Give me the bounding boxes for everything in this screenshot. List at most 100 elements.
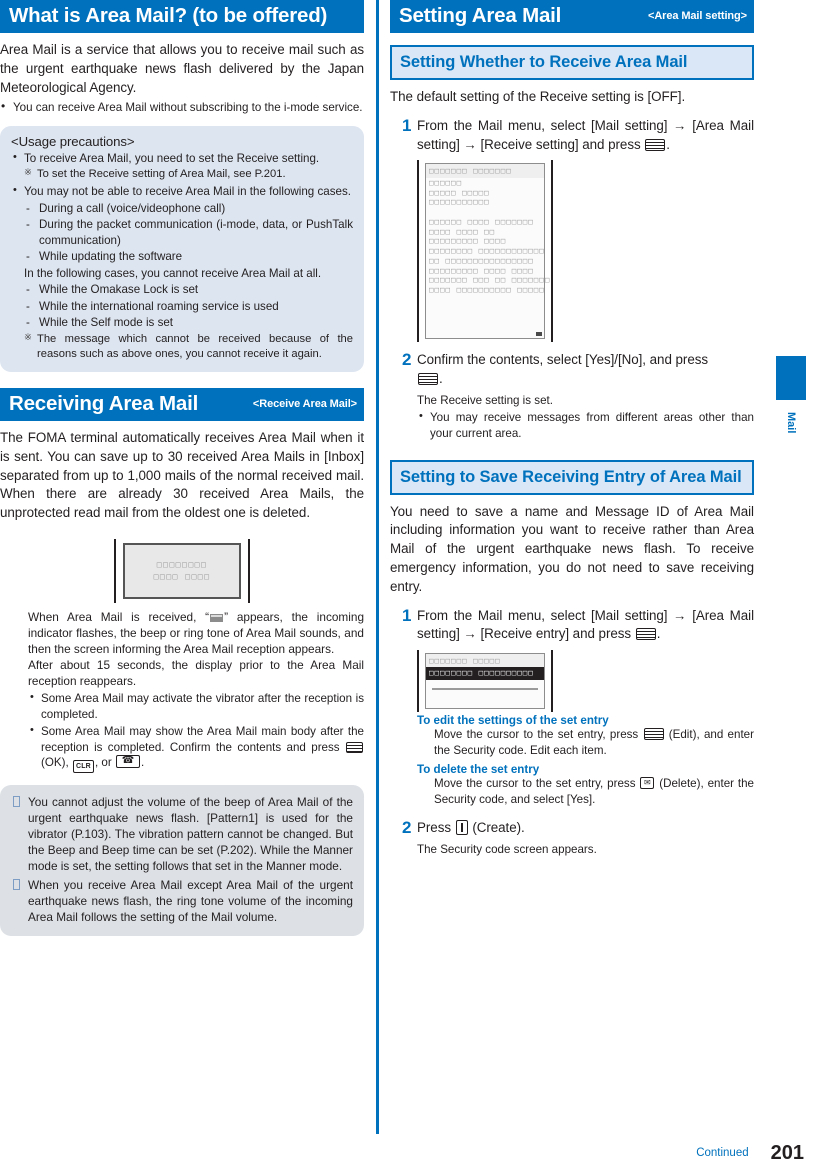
section-title: Receiving Area Mail [9,392,199,416]
subsection-header-save-receiving-entry: Setting to Save Receiving Entry of Area … [390,459,754,495]
section-subtitle: <Receive Area Mail> [252,398,357,411]
scroll-indicator-icon [536,332,542,337]
step-number: 2 [402,350,412,370]
section-title: Setting Area Mail [399,4,562,28]
phone-screen-mockup-receive-entry: □□□□□□□ □□□□□ □□□□□□□□ □□□□□□□□□□ [417,650,553,713]
receiving-intro-paragraph: The FOMA terminal automatically receives… [0,430,364,521]
manual-page: What is Area Mail? (to be offered) Area … [0,0,814,1164]
list-item: You may not be able to receive Area Mail… [11,183,353,200]
section-header-what-is-area-mail: What is Area Mail? (to be offered) [0,0,364,33]
delete-entry-body: Move the cursor to the set entry, press … [434,776,754,807]
center-key-icon [345,741,363,753]
edit-entry-body: Move the cursor to the set entry, press … [434,727,754,758]
list-item: While updating the software [24,249,353,265]
screen-text-line: □□□□□ □□□□□ [429,187,490,197]
step-text-end: (Create). [472,820,525,836]
mail-key-icon [640,776,655,790]
clr-key-icon: CLR [72,760,94,774]
screen-title-bar: □□□□□□□ □□□□□□□ [426,164,544,178]
screen-title-bar: □□□□□□□ □□□□□ [426,654,544,668]
list-item: While the Self mode is set [24,315,353,331]
screen2-wrapper: □□□□□□□ □□□□□ □□□□□□□□ □□□□□□□□□□ [417,650,754,713]
step-text-main: Press [417,820,451,836]
notes-list: You cannot adjust the volume of the beep… [11,794,353,925]
screen-figure: □□□□□□□ □□□□□ □□□□□□□□ □□□□□□□□□□ [417,650,553,713]
bullet-text-or: , or [94,756,112,770]
side-tab-marker [776,356,806,400]
step-number: 2 [402,818,412,838]
notes-panel: You cannot adjust the volume of the beep… [0,785,364,937]
phone-screen-mockup-receive-setting: □□□□□□□ □□□□□□□ □□□□□□ □□□□□ □□□□□ □□□□□… [417,160,553,343]
precautions-list: To receive Area Mail, you need to set th… [11,150,353,167]
receiving-bullet-list: Some Area Mail may activate the vibrator… [28,690,364,774]
bullet-text-end: . [140,756,145,770]
end-call-key-icon [115,754,140,769]
screen-text-line: □□□□□□ [429,177,463,187]
intro-bullet-list: You can receive Area Mail without subscr… [0,99,364,115]
side-tab-label-mail: Mail [776,400,806,446]
section-header-receiving-area-mail: Receiving Area Mail <Receive Area Mail> [0,388,364,422]
desc-text-pre: When Area Mail is received, “ [28,609,210,624]
step-text-end: . [666,136,670,152]
list-item: During a call (voice/videophone call) [24,201,353,217]
screen-text-line: □□□□ □□□□ [153,571,211,581]
step-text: From the Mail menu, select [Mail setting… [417,117,754,155]
note-item: You cannot adjust the volume of the beep… [11,794,353,874]
list-item: You can receive Area Mail without subscr… [0,99,364,115]
page-footer: Continued 201 [0,1140,814,1166]
edit-body-pre: Move the cursor to the set entry, press [434,728,639,742]
note-bullet-icon [13,879,20,891]
step-text: Press (Create). [417,819,754,838]
receiving-description-2: After about 15 seconds, the display prio… [28,657,364,688]
step-1: 1 From the Mail menu, select [Mail setti… [390,116,754,155]
screen-text-line: □□ □□□□□□□□□□□□□□□□ [429,255,534,265]
step-text-end: . [439,371,443,387]
screen-divider [432,687,538,690]
step-text-end: . [656,626,661,642]
precautions-mid-text: In the following cases, you cannot recei… [24,266,322,280]
screen-text-line [426,207,544,217]
delete-entry-label: To delete the set entry [417,763,540,777]
list-item: Some Area Mail may show the Area Mail ma… [28,723,364,774]
step-text-main: Confirm the contents, select [Yes]/[No],… [417,352,709,368]
right-column: Setting Area Mail <Area Mail setting> Se… [390,0,754,857]
screen-figure: □□□□□□□□ □□□□ □□□□ [123,542,241,599]
list-item: While the international roaming service … [24,299,353,315]
step-2-body: The Receive setting is set. You may rece… [417,393,754,442]
screen-figure-wrapper: □□□□□□□□ □□□□ □□□□ [0,535,364,599]
section-header-setting-area-mail: Setting Area Mail <Area Mail setting> [390,0,754,33]
screen-text-line: □□□□ □□□□ □□ [429,226,496,236]
continued-label: Continued [696,1147,749,1159]
center-key-icon [645,138,666,151]
list-item: Some Area Mail may activate the vibrator… [28,690,364,722]
section-subtitle: <Area Mail setting> [648,10,747,22]
panel-title: <Usage precautions> [11,133,135,149]
step-2-entry-body-text: The Security code screen appears. [417,842,597,856]
screen-text-line: □□□□□□□□□ □□□□ [429,236,507,246]
step-number: 1 [402,605,412,625]
save-entry-intro: You need to save a name and Message ID o… [390,503,754,594]
area-mail-status-icon [210,613,224,622]
left-column: What is Area Mail? (to be offered) Area … [0,0,364,937]
step-1-entry: 1 From the Mail menu, select [Mail setti… [390,605,754,645]
receiving-description-block: When Area Mail is received, “” appears, … [28,609,364,774]
side-tab-text: Mail [785,412,797,434]
step-text-main: From the Mail menu, select [Mail setting… [417,607,754,642]
step-2-entry: 2 Press (Create). [390,819,754,838]
center-key-icon [643,728,664,741]
step-2-entry-body: The Security code screen appears. [417,842,754,858]
phone-screen-mockup: □□□□□□□□ □□□□ □□□□ [123,542,241,599]
list-item: While the Omakase Lock is set [24,282,353,298]
delete-body-pre: Move the cursor to the set entry, press [434,777,636,791]
step-2-body-text: The Receive setting is set. [417,393,553,407]
screen-figure: □□□□□□□ □□□□□□□ □□□□□□ □□□□□ □□□□□ □□□□□… [417,160,553,343]
center-key-icon [418,373,438,386]
screen1-wrapper: □□□□□□□ □□□□□□□ □□□□□□ □□□□□ □□□□□ □□□□□… [417,160,754,343]
note-text: You cannot adjust the volume of the beep… [28,795,353,874]
precautions-list-2: You may not be able to receive Area Mail… [11,183,353,200]
screen-text-line: □□□□□□□□□ □□□□ □□□□ [429,265,534,275]
precaution-final-note: The message which cannot be received bec… [24,332,353,362]
list-item: During the packet communication (i-mode,… [24,217,353,248]
receiving-description-1: When Area Mail is received, “” appears, … [28,609,364,657]
usage-precautions-panel: <Usage precautions> To receive Area Mail… [0,125,364,373]
